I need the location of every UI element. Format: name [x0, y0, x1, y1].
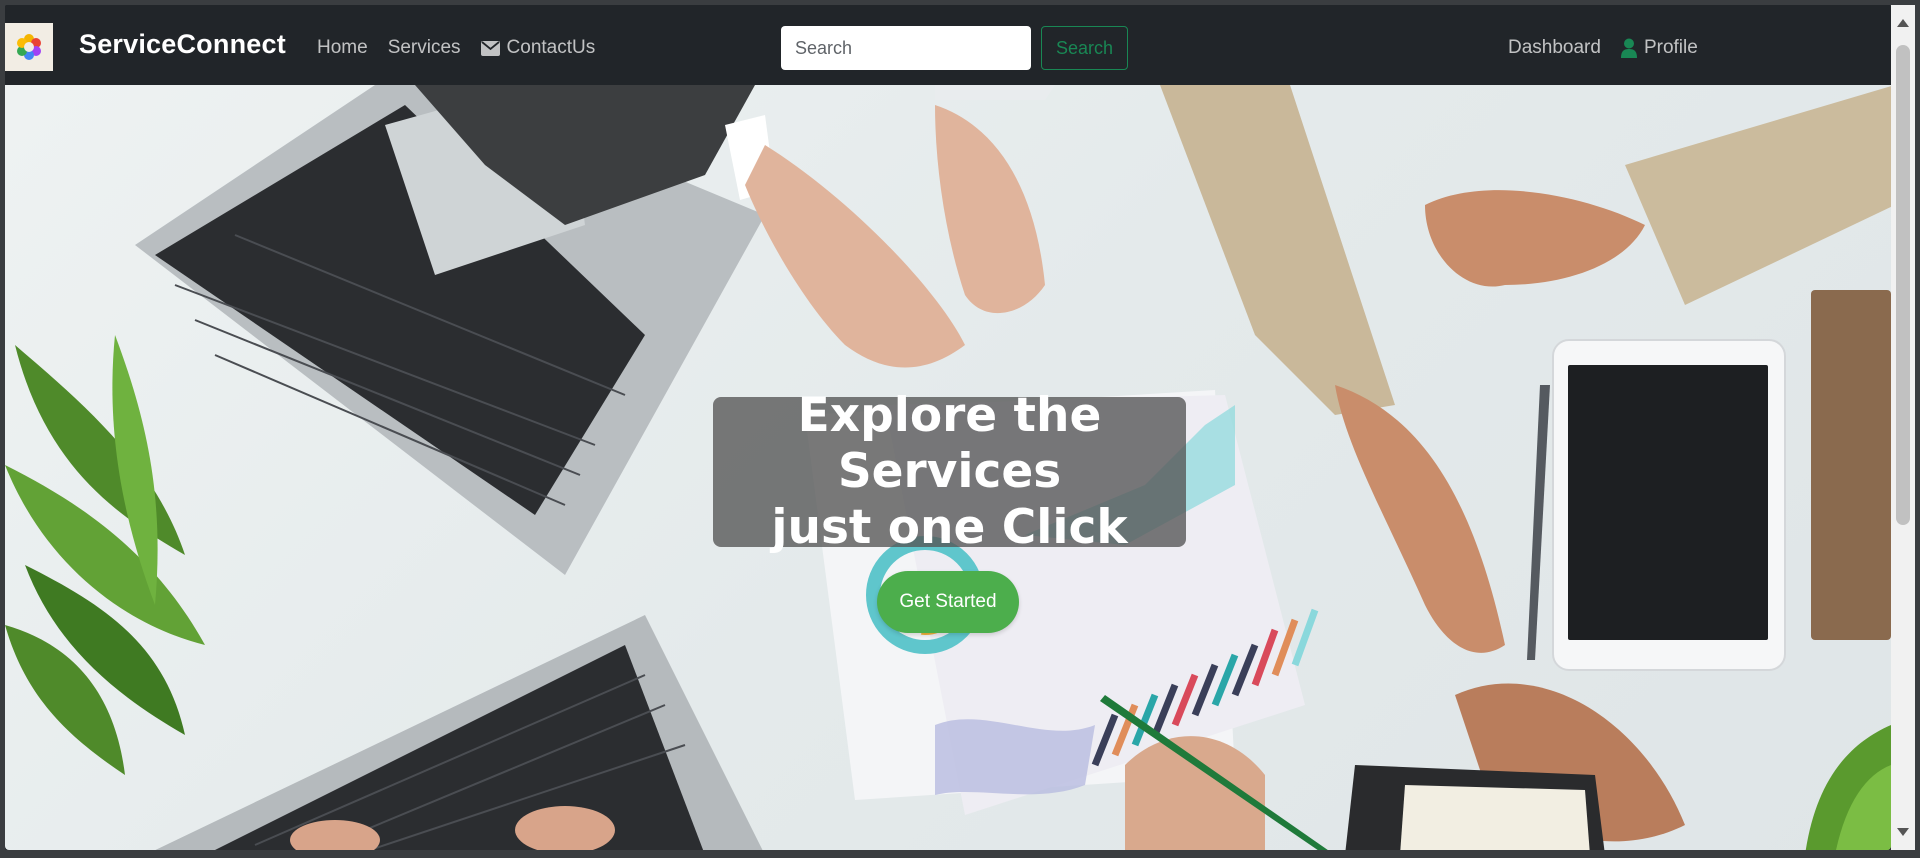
scroll-up-icon[interactable]	[1897, 19, 1909, 27]
top-navbar: ServiceConnect Home Services ContactUs S…	[5, 5, 1891, 85]
hero-title: Explore the Services just one Click	[713, 388, 1186, 556]
plant-right-illustration	[1805, 725, 1891, 850]
hero-title-line2: just one Click	[771, 500, 1128, 555]
nav-link-home[interactable]: Home	[317, 37, 368, 59]
hero-headline-card: Explore the Services just one Click	[713, 388, 1186, 555]
plant-left-illustration	[5, 335, 205, 775]
nav-link-profile[interactable]: Profile	[1620, 37, 1698, 59]
tablet-illustration	[1552, 339, 1786, 671]
nav-link-contact[interactable]: ContactUs	[480, 37, 596, 59]
nav-link-services[interactable]: Services	[388, 37, 461, 59]
nav-link-label: Services	[387, 37, 461, 58]
scrollbar-thumb[interactable]	[1896, 45, 1910, 525]
sleeve-beige-illustration	[1160, 85, 1395, 415]
envelope-icon	[480, 40, 500, 56]
laptop-bottom-illustration	[155, 615, 763, 850]
search-form: Search	[781, 26, 1129, 70]
page-scrollbar[interactable]	[1891, 5, 1915, 850]
nav-link-label: Profile	[1643, 37, 1698, 58]
search-input[interactable]	[781, 26, 1031, 70]
get-started-button[interactable]: Get Started	[877, 571, 1019, 633]
hero-banner: Explore the Services just one Click Get …	[5, 85, 1891, 850]
search-button[interactable]: Search	[1041, 26, 1129, 70]
primary-nav: Home Services ContactUs	[317, 37, 595, 59]
brand-logo[interactable]	[5, 23, 53, 71]
nav-link-label: Dashboard	[1508, 37, 1601, 58]
nav-link-dashboard[interactable]: Dashboard	[1508, 37, 1601, 59]
browser-viewport: ServiceConnect Home Services ContactUs S…	[5, 5, 1891, 850]
brand-name[interactable]: ServiceConnect	[79, 29, 286, 60]
flower-logo-icon	[17, 34, 41, 60]
secondary-nav: Dashboard Profile	[1508, 37, 1698, 59]
clasped-hands-illustration	[745, 105, 1045, 368]
nav-link-label: ContactUs	[506, 37, 596, 58]
hero-title-line1: Explore the Services	[797, 388, 1102, 499]
user-icon	[1620, 38, 1637, 58]
nav-link-label: Home	[317, 37, 368, 58]
scroll-down-icon[interactable]	[1897, 828, 1909, 836]
